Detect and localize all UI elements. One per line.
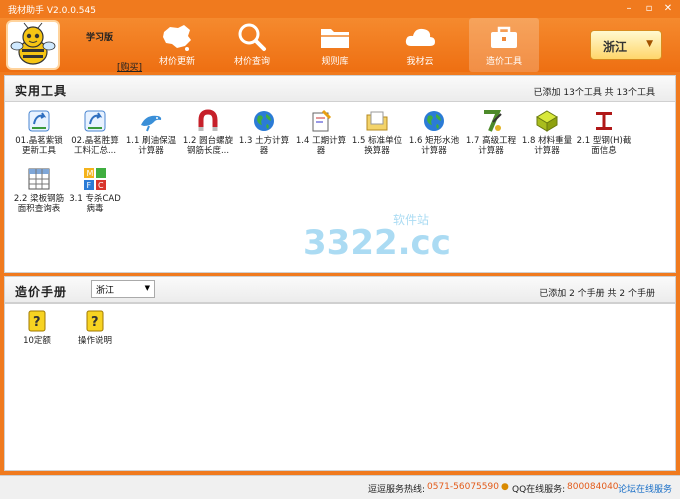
nav-label: 我材云 (406, 57, 434, 67)
tool-item[interactable]: 1.7 高级工程计算器 (463, 108, 519, 156)
maximize-icon[interactable]: ▫ (642, 2, 656, 15)
buy-link[interactable]: [购买] (117, 60, 142, 73)
folder-icon (321, 29, 349, 48)
tool-label: 1.5 标准单位换算器 (351, 136, 403, 156)
svg-text:?: ? (91, 315, 99, 330)
manual-section-header: 造价手册 浙江 ▼ 已添加 2 个手册 共 2 个手册 (4, 276, 676, 303)
qq-label: QQ在线服务: (512, 485, 566, 495)
qq-icon: ● (501, 482, 509, 492)
calculator-7-icon (484, 110, 502, 132)
magnet-icon (198, 109, 218, 131)
tool-label: 3.1 专杀CAD病毒 (69, 194, 121, 214)
tool-label: 1.7 高级工程计算器 (465, 136, 517, 156)
tool-item[interactable]: 2.1 型钢(H)截面信息 (576, 108, 632, 156)
tool-label: 1.8 材料重量计算器 (521, 136, 573, 156)
folder-icon (366, 111, 388, 131)
watermark-logo: 3322.cc 软件站 (303, 213, 451, 263)
tool-label: 1.1 刷油保温计算器 (125, 136, 177, 156)
nav-label: 造价工具 (485, 57, 522, 67)
tool-item[interactable]: 1.4 工期计算器 (293, 108, 349, 156)
manual-region-value: 浙江 (96, 286, 115, 296)
china-map-icon (163, 25, 191, 51)
antivirus-icon: MF C (84, 168, 106, 190)
weight-icon (536, 110, 558, 132)
i-beam-icon (596, 112, 612, 130)
toolbox-icon (491, 26, 517, 48)
tools-section-header: 实用工具 已添加 13个工具 共 13个工具 (4, 75, 676, 102)
nav-label: 规则库 (321, 57, 349, 67)
tool-label: 1.3 土方计算器 (238, 136, 290, 156)
chevron-down-icon: ▼ (646, 39, 653, 49)
tool-label: 1.6 矩形水池计算器 (408, 136, 460, 156)
tool-item[interactable]: 1.2 圆台螺旋钢筋长度... (180, 108, 236, 156)
svg-text:F: F (87, 181, 92, 190)
forum-link[interactable]: 论坛在线服务 (618, 482, 672, 495)
tool-label: 2.1 型钢(H)截面信息 (576, 136, 632, 156)
manual-item[interactable]: ? 操作说明 (67, 308, 123, 346)
svg-text:?: ? (33, 315, 41, 330)
watermark-main: 3322.cc (303, 223, 451, 263)
magnifier-icon (238, 23, 266, 51)
manual-label: 操作说明 (77, 336, 112, 346)
tools-section-title: 实用工具 (15, 84, 68, 98)
tool-label: 2.2 梁板钢筋面积查询表 (13, 194, 65, 214)
nav-label: 材价查询 (233, 57, 270, 67)
drawing-icon (312, 109, 332, 132)
help-book-icon: ? (28, 310, 46, 332)
manual-label: 10定额 (23, 336, 51, 346)
help-book-icon: ? (86, 310, 104, 332)
status-bar: 逗逗服务热线: 0571-56075590 ● QQ在线服务: 80008404… (0, 475, 680, 499)
manual-region-select[interactable]: 浙江 ▼ (91, 280, 155, 298)
hotline-number: 0571-56075590 (427, 482, 499, 492)
close-icon[interactable]: ✕ (661, 2, 675, 15)
region-value: 浙江 (603, 40, 628, 54)
tool-item[interactable]: 1.1 刷油保温计算器 (123, 108, 179, 156)
tool-label: 1.2 圆台螺旋钢筋长度... (182, 136, 234, 156)
svg-text:C: C (98, 181, 104, 190)
nav-rules[interactable]: 规则库 (300, 18, 370, 72)
dolphin-icon (141, 115, 162, 132)
watermark-sub: 软件站 (393, 213, 429, 227)
tool-label: 02.晶茗胜算工料汇总... (71, 136, 119, 156)
nav-cloud[interactable]: 我材云 (385, 18, 455, 72)
tool-label: 1.4 工期计算器 (295, 136, 347, 156)
nav-price-update[interactable]: 材价更新 (142, 18, 212, 72)
tool-item[interactable]: 02.晶茗胜算工料汇总... (67, 108, 123, 156)
svg-text:M: M (87, 169, 94, 178)
qq-number: 800084040 (567, 482, 619, 492)
header: 学习版 [购买] 材价更新 材价查询 规则库 我材云 造价工具 浙江 ▼ (0, 18, 680, 73)
minimize-icon[interactable]: – (622, 2, 636, 15)
bee-logo-icon (6, 20, 60, 70)
manual-count: 已添加 2 个手册 共 2 个手册 (539, 289, 655, 299)
tool-label: 01.晶茗紫锁更新工具 (15, 136, 63, 156)
globe-icon (254, 111, 274, 131)
manual-panel: ? 10定额? 操作说明 (4, 303, 676, 471)
edition-label: 学习版 (86, 33, 114, 43)
tools-panel: 01.晶茗紫锁更新工具 02.晶茗胜算工料汇总... 1.1 刷油保温计算器 1.2 … (4, 101, 676, 273)
window-title: 我材助手 V2.0.0.545 (8, 6, 96, 16)
cloud-icon (405, 28, 435, 46)
region-dropdown[interactable]: 浙江 ▼ (590, 30, 662, 60)
manual-item[interactable]: ? 10定额 (9, 308, 65, 346)
hotline-label: 逗逗服务热线: (368, 485, 426, 495)
globe-icon (424, 111, 444, 131)
tool-item[interactable]: 1.8 材料重量计算器 (519, 108, 575, 156)
title-bar: 我材助手 V2.0.0.545 – ▫ ✕ (0, 0, 680, 18)
update-icon (28, 110, 50, 132)
tool-item[interactable]: M F C 3.1 专杀CAD病毒 (67, 166, 123, 214)
nav-cost-tools[interactable]: 造价工具 (469, 18, 539, 72)
tool-item[interactable]: 2.2 梁板钢筋面积查询表 (11, 166, 67, 214)
tools-count: 已添加 13个工具 共 13个工具 (533, 88, 656, 98)
tool-item[interactable]: 1.6 矩形水池计算器 (406, 108, 462, 156)
nav-label: 材价更新 (158, 57, 195, 67)
manual-section-title: 造价手册 (15, 285, 68, 299)
chevron-down-icon: ▼ (144, 284, 150, 292)
tool-item[interactable]: 1.3 土方计算器 (236, 108, 292, 156)
tool-item[interactable]: 01.晶茗紫锁更新工具 (11, 108, 67, 156)
tool-item[interactable]: 1.5 标准单位换算器 (349, 108, 405, 156)
table-icon (28, 168, 50, 190)
update-icon (84, 110, 106, 132)
nav-price-query[interactable]: 材价查询 (217, 18, 287, 72)
